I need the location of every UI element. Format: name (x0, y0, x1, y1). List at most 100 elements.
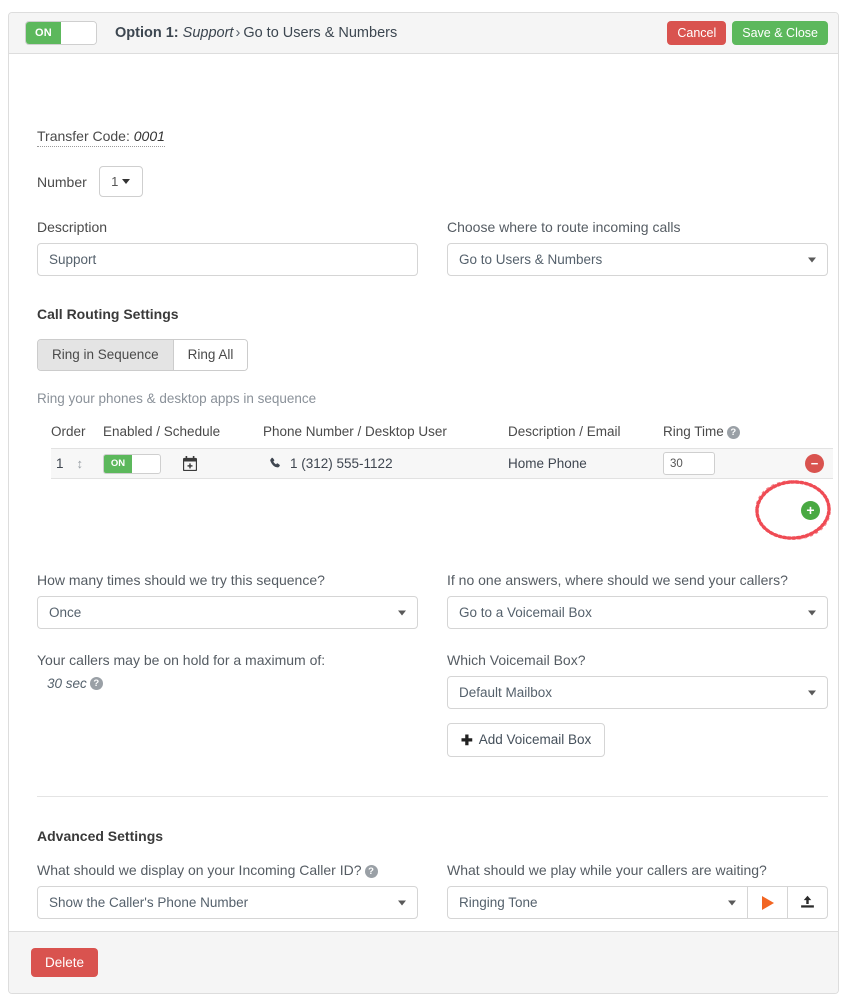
waiting-audio-label: What should we play while your callers a… (447, 862, 828, 878)
no-answer-select-value: Go to a Voicemail Box (459, 605, 592, 620)
plus-icon: ✚ (461, 733, 473, 747)
tab-ring-all[interactable]: Ring All (173, 340, 248, 370)
hold-value: 30 sec (47, 676, 87, 691)
save-and-close-button[interactable]: Save & Close (732, 21, 828, 46)
panel-header: ON Option 1: Support›Go to Users & Numbe… (9, 13, 838, 54)
waiting-audio-select[interactable]: Ringing Tone (447, 886, 748, 919)
option-editor-panel: ON Option 1: Support›Go to Users & Numbe… (8, 12, 839, 994)
add-voicemail-box-label: Add Voicemail Box (479, 733, 592, 747)
waiting-audio-select-value: Ringing Tone (459, 895, 538, 910)
transfer-code-value: 0001 (134, 128, 165, 144)
cancel-button[interactable]: Cancel (667, 21, 726, 46)
option-enabled-toggle[interactable]: ON (25, 21, 97, 45)
table-header-row: Order Enabled / Schedule Phone Number / … (51, 424, 833, 448)
caller-id-select[interactable]: Show the Caller's Phone Number (37, 886, 418, 919)
row-toggle-on-label: ON (104, 455, 132, 473)
number-select[interactable]: 1 (99, 166, 143, 197)
upload-icon (800, 895, 815, 910)
play-audio-button[interactable] (748, 886, 788, 919)
row-order-cell: 1 ↕ (51, 456, 103, 471)
ring-time-input[interactable]: 30 (663, 452, 715, 475)
add-row-button[interactable]: + (801, 501, 820, 520)
column-header-actions (768, 424, 828, 439)
advanced-settings-title: Advanced Settings (37, 828, 418, 844)
row-description-value: Home Phone (508, 456, 663, 471)
voicemail-box-field-group: Which Voicemail Box? Default Mailbox ✚ A… (447, 652, 828, 757)
route-select[interactable]: Go to Users & Numbers (447, 243, 828, 276)
row-phone-value: 1 (312) 555-1122 (290, 456, 393, 471)
retry-label: How many times should we try this sequen… (37, 572, 418, 588)
row-toggle-knob (132, 455, 160, 473)
delete-button[interactable]: Delete (31, 948, 98, 978)
app-screenshot: ON Option 1: Support›Go to Users & Numbe… (0, 0, 847, 1006)
row-enabled-toggle[interactable]: ON (103, 454, 161, 474)
breadcrumb-separator-icon: › (235, 25, 240, 41)
help-icon[interactable]: ? (365, 865, 378, 878)
row-order-value: 1 (56, 456, 64, 471)
call-routing-section: Call Routing Settings Ring in Sequence R… (37, 306, 418, 406)
caller-id-select-value: Show the Caller's Phone Number (49, 895, 248, 910)
hold-label: Your callers may be on hold for a maximu… (37, 652, 418, 668)
add-voicemail-box-button[interactable]: ✚ Add Voicemail Box (447, 723, 605, 757)
call-routing-title: Call Routing Settings (37, 306, 418, 322)
number-field-group: Number 1 (37, 166, 143, 197)
header-actions: Cancel Save & Close (667, 21, 828, 46)
retry-select-value: Once (49, 605, 81, 620)
transfer-code-label: Transfer Code: (37, 128, 130, 144)
column-header-enabled-schedule: Enabled / Schedule (103, 424, 263, 439)
chevron-down-icon (398, 610, 406, 615)
chevron-down-icon (728, 900, 736, 905)
phone-icon (269, 457, 282, 470)
row-actions-cell: − (768, 454, 828, 473)
voicemail-box-label: Which Voicemail Box? (447, 652, 828, 668)
route-field-group: Choose where to route incoming calls Go … (447, 219, 828, 276)
panel-footer: Delete (9, 931, 838, 993)
tab-ring-in-sequence[interactable]: Ring in Sequence (38, 340, 173, 370)
transfer-code: Transfer Code: 0001 (37, 128, 165, 147)
chevron-down-icon (808, 257, 816, 262)
row-phone-cell: 1 (312) 555-1122 (263, 456, 508, 471)
ring-sequence-table: Order Enabled / Schedule Phone Number / … (51, 424, 833, 541)
description-label: Description (37, 219, 418, 235)
panel-body: Transfer Code: 0001 Number 1 Description… (9, 54, 838, 952)
number-label: Number (37, 174, 87, 190)
waiting-audio-controls: Ringing Tone (447, 886, 828, 919)
breadcrumb: Option 1: Support›Go to Users & Numbers (115, 25, 397, 41)
route-label: Choose where to route incoming calls (447, 219, 828, 235)
no-answer-label: If no one answers, where should we send … (447, 572, 828, 588)
play-icon (762, 896, 774, 910)
voicemail-box-select[interactable]: Default Mailbox (447, 676, 828, 709)
voicemail-box-select-value: Default Mailbox (459, 685, 552, 700)
hold-value-row: 30 sec ? (37, 676, 418, 691)
retry-select[interactable]: Once (37, 596, 418, 629)
column-header-ring-time: Ring Time? (663, 424, 768, 439)
help-icon[interactable]: ? (727, 426, 740, 439)
retry-field-group: How many times should we try this sequen… (37, 572, 418, 629)
no-answer-select[interactable]: Go to a Voicemail Box (447, 596, 828, 629)
drag-handle-icon[interactable]: ↕ (77, 457, 84, 470)
no-answer-field-group: If no one answers, where should we send … (447, 572, 828, 629)
toggle-on-label: ON (26, 22, 61, 44)
row-enabled-cell: ON (103, 454, 263, 474)
route-select-value: Go to Users & Numbers (459, 252, 602, 267)
caller-id-label-row: What should we display on your Incoming … (37, 862, 418, 878)
description-input[interactable]: Support (37, 243, 418, 276)
table-add-row-area: + (51, 479, 833, 541)
description-field-group: Description Support (37, 219, 418, 276)
chevron-down-icon (808, 610, 816, 615)
upload-audio-button[interactable] (788, 886, 828, 919)
hold-info-group: Your callers may be on hold for a maximu… (37, 652, 418, 691)
column-header-order: Order (51, 424, 103, 439)
breadcrumb-prefix: Option 1: (115, 25, 179, 41)
toggle-knob (61, 22, 96, 44)
column-header-description-email: Description / Email (508, 424, 663, 439)
help-icon[interactable]: ? (90, 677, 103, 690)
section-divider (37, 796, 828, 797)
caller-id-field-group: What should we display on your Incoming … (37, 862, 418, 919)
breadcrumb-name: Support (183, 25, 234, 41)
minus-circle-icon[interactable]: − (805, 454, 824, 473)
calendar-plus-icon[interactable] (183, 456, 197, 471)
ring-mode-tabs: Ring in Sequence Ring All (37, 339, 248, 371)
caller-id-label: What should we display on your Incoming … (37, 862, 362, 878)
chevron-down-icon (398, 900, 406, 905)
